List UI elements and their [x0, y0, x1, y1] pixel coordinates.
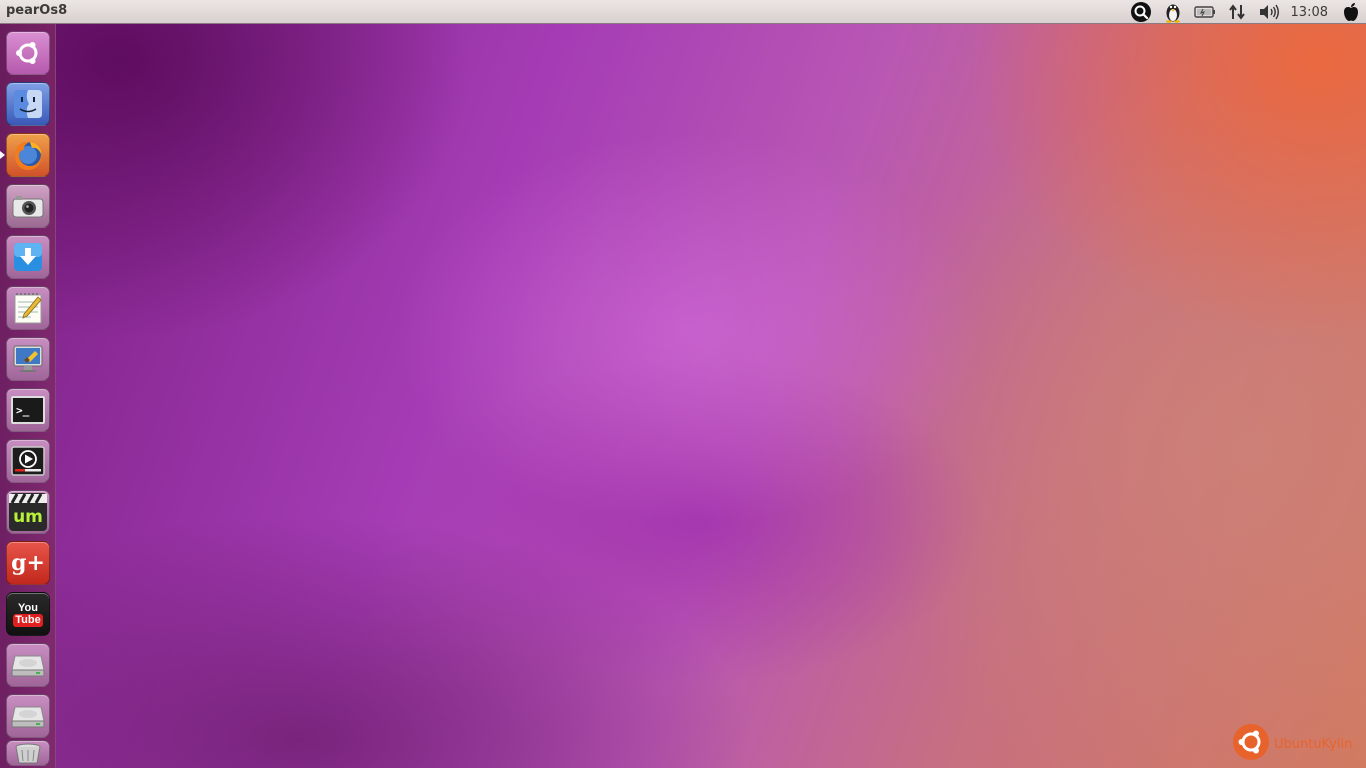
google-plus-label: g+	[11, 550, 45, 576]
terminal-prompt: >_	[16, 403, 30, 417]
finder-face-icon	[11, 87, 45, 121]
volume-icon[interactable]	[1253, 0, 1285, 24]
clapperboard-um-icon: um	[9, 493, 47, 531]
launcher-item-system-settings[interactable]	[6, 337, 50, 381]
monitor-brush-icon	[11, 343, 45, 375]
launcher-item-dash-home[interactable]	[6, 31, 50, 75]
youtube-label-bottom: Tube	[13, 613, 43, 627]
trash-icon	[13, 742, 43, 764]
ubuntu-logo-icon	[14, 39, 42, 67]
video-play-icon	[10, 445, 46, 477]
apple-icon[interactable]	[1336, 0, 1366, 24]
launcher-item-youtube[interactable]: You Tube	[6, 592, 50, 636]
notepad-pencil-icon	[11, 291, 45, 325]
hard-drive-icon	[10, 703, 46, 729]
launcher-item-drive-2[interactable]	[6, 694, 50, 738]
launcher-item-terminal[interactable]: >_	[6, 388, 50, 432]
ubuntukylin-logo: UbuntuKylin	[1232, 724, 1352, 764]
running-indicator	[0, 151, 5, 159]
desktop-wallpaper[interactable]	[0, 0, 1366, 768]
launcher-item-trash[interactable]	[6, 740, 50, 766]
launcher-item-umplayer[interactable]: um	[6, 490, 50, 534]
launcher-item-finder[interactable]	[6, 82, 50, 126]
camera-icon	[11, 193, 45, 219]
window-title: pearOs8	[6, 3, 68, 18]
battery-icon[interactable]	[1189, 0, 1221, 24]
launcher-item-media-player[interactable]	[6, 439, 50, 483]
umplayer-label: um	[13, 506, 43, 527]
top-panel: pearOs8 13:08	[0, 0, 1366, 24]
youtube-icon: You Tube	[13, 601, 43, 627]
terminal-icon: >_	[11, 396, 45, 424]
firefox-icon	[10, 137, 46, 173]
launcher-item-google-plus[interactable]: g+	[6, 541, 50, 585]
penguin-icon[interactable]	[1157, 0, 1189, 24]
download-arrow-icon	[11, 240, 45, 274]
launcher-item-firefox[interactable]	[6, 133, 50, 177]
launcher-item-downloader[interactable]	[6, 235, 50, 279]
search-icon[interactable]	[1125, 0, 1157, 24]
launcher-item-text-editor[interactable]	[6, 286, 50, 330]
watermark-text: UbuntuKylin	[1274, 736, 1353, 752]
launcher: >_ um g+ You Tube	[0, 24, 56, 768]
network-icon[interactable]	[1221, 0, 1253, 24]
indicator-area: 13:08	[1125, 0, 1366, 24]
launcher-item-camera[interactable]	[6, 184, 50, 228]
clock[interactable]: 13:08	[1285, 0, 1336, 24]
hard-drive-icon	[10, 652, 46, 678]
launcher-item-drive-1[interactable]	[6, 643, 50, 687]
youtube-label-top: You	[18, 601, 38, 614]
ubuntu-circle-logo-icon	[1232, 723, 1270, 765]
google-plus-icon: g+	[11, 550, 45, 576]
